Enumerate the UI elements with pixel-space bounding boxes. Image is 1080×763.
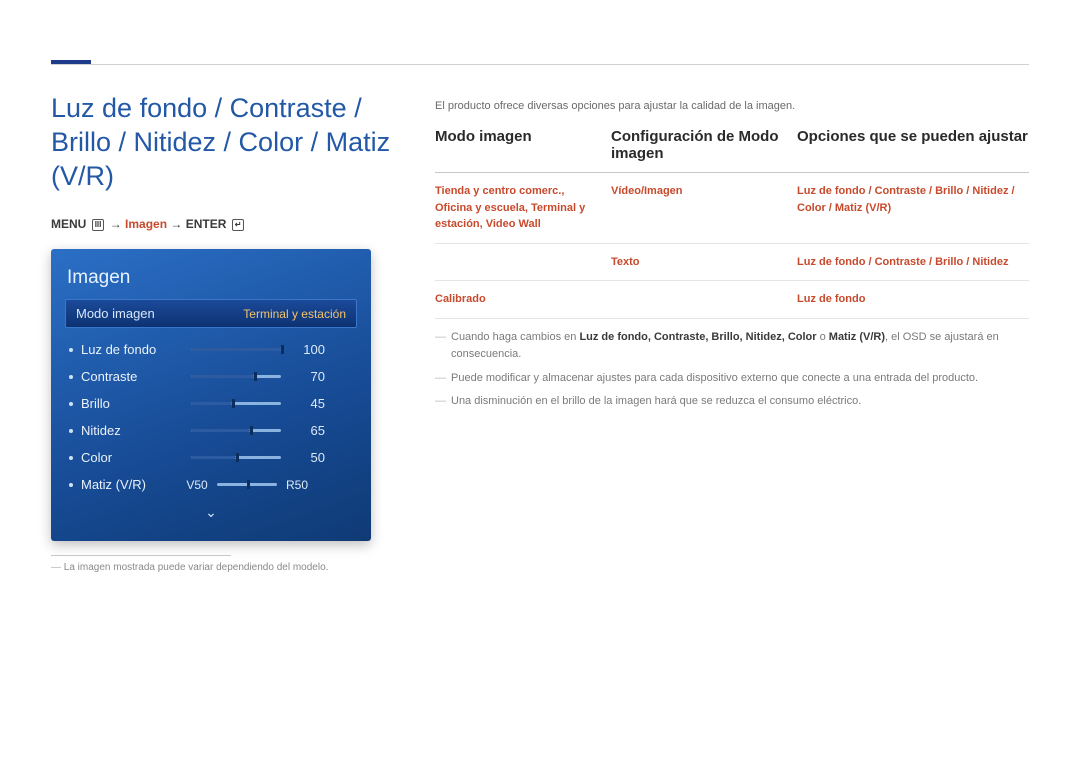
table-header: Modo imagen Configuración de Modo imagen…: [435, 128, 1029, 173]
osd-title: Imagen: [65, 263, 357, 299]
th-config: Configuración de Modo imagen: [611, 128, 779, 162]
bullet-icon: [69, 483, 73, 487]
osd-slider-row[interactable]: Nitidez 65: [65, 417, 357, 444]
note-1: Cuando haga cambios en Luz de fondo, Con…: [435, 329, 1029, 364]
page-title: Luz de fondo / Contraste / Brillo / Niti…: [51, 92, 403, 193]
osd-slider-label: Brillo: [81, 396, 191, 411]
osd-tint-right: R50: [281, 478, 313, 492]
bullet-icon: [69, 375, 73, 379]
osd-mode-value: Terminal y estación: [243, 307, 346, 321]
cell: Luz de fondo / Contraste / Brillo / Niti…: [797, 185, 1015, 214]
osd-panel: Imagen Modo imagen Terminal y estación L…: [51, 249, 371, 541]
intro-text: El producto ofrece diversas opciones par…: [435, 100, 1029, 112]
cell: Texto: [611, 256, 640, 268]
bullet-icon: [69, 429, 73, 433]
osd-slider-value: 100: [289, 342, 325, 357]
osd-slider-value: 45: [289, 396, 325, 411]
osd-slider-row[interactable]: Brillo 45: [65, 390, 357, 417]
cell: Tienda y centro comerc., Oficina y escue…: [435, 185, 585, 230]
footnote-rule: [51, 555, 231, 556]
osd-slider-label: Contraste: [81, 369, 191, 384]
enter-icon: ↵: [232, 219, 245, 231]
header-rule: [51, 64, 1029, 65]
osd-slider-label: Color: [81, 450, 191, 465]
osd-mode-row[interactable]: Modo imagen Terminal y estación: [65, 299, 357, 328]
chevron-down-icon[interactable]: ⌄: [65, 498, 357, 521]
osd-slider-track[interactable]: [191, 402, 281, 405]
osd-slider-track[interactable]: [191, 348, 281, 351]
th-opciones: Opciones que se pueden ajustar: [797, 128, 1029, 162]
cell: Vídeo/Imagen: [611, 185, 683, 197]
osd-slider-value: 70: [289, 369, 325, 384]
table-row: Calibrado Luz de fondo: [435, 281, 1029, 319]
arrow-icon: →: [110, 217, 125, 231]
osd-slider-label: Nitidez: [81, 423, 191, 438]
bullet-icon: [69, 348, 73, 352]
osd-slider-value: 50: [289, 450, 325, 465]
menu-label: MENU: [51, 217, 86, 231]
table-row: Texto Luz de fondo / Contraste / Brillo …: [435, 244, 1029, 282]
osd-tint-label: Matiz (V/R): [81, 477, 181, 492]
table-row: Tienda y centro comerc., Oficina y escue…: [435, 173, 1029, 244]
osd-slider-track[interactable]: [191, 375, 281, 378]
bullet-icon: [69, 402, 73, 406]
menu-icon: III: [92, 219, 105, 231]
cell: Calibrado: [435, 293, 486, 305]
osd-slider-row[interactable]: Color 50: [65, 444, 357, 471]
osd-slider-track[interactable]: [191, 456, 281, 459]
osd-slider-value: 65: [289, 423, 325, 438]
osd-slider-row[interactable]: Luz de fondo 100: [65, 336, 357, 363]
footnote: La imagen mostrada puede variar dependie…: [51, 562, 403, 573]
menu-step-imagen: Imagen: [125, 217, 167, 231]
cell: Luz de fondo / Contraste / Brillo / Niti…: [797, 256, 1008, 268]
osd-mode-label: Modo imagen: [76, 306, 155, 321]
osd-tint-left: V50: [181, 478, 213, 492]
arrow-icon: →: [170, 217, 185, 231]
menu-enter: ENTER: [186, 217, 227, 231]
bullet-icon: [69, 456, 73, 460]
osd-slider-label: Luz de fondo: [81, 342, 191, 357]
osd-slider-row[interactable]: Contraste 70: [65, 363, 357, 390]
th-modo: Modo imagen: [435, 128, 593, 162]
osd-tint-slider[interactable]: [217, 483, 277, 486]
note-3: Una disminución en el brillo de la image…: [435, 393, 1029, 411]
notes-block: Cuando haga cambios en Luz de fondo, Con…: [435, 329, 1029, 411]
osd-tint-row[interactable]: Matiz (V/R) V50 R50: [65, 471, 357, 498]
osd-slider-track[interactable]: [191, 429, 281, 432]
cell: Luz de fondo: [797, 293, 865, 305]
menu-path: MENU III → Imagen → ENTER ↵: [51, 217, 403, 231]
note-2: Puede modificar y almacenar ajustes para…: [435, 370, 1029, 388]
